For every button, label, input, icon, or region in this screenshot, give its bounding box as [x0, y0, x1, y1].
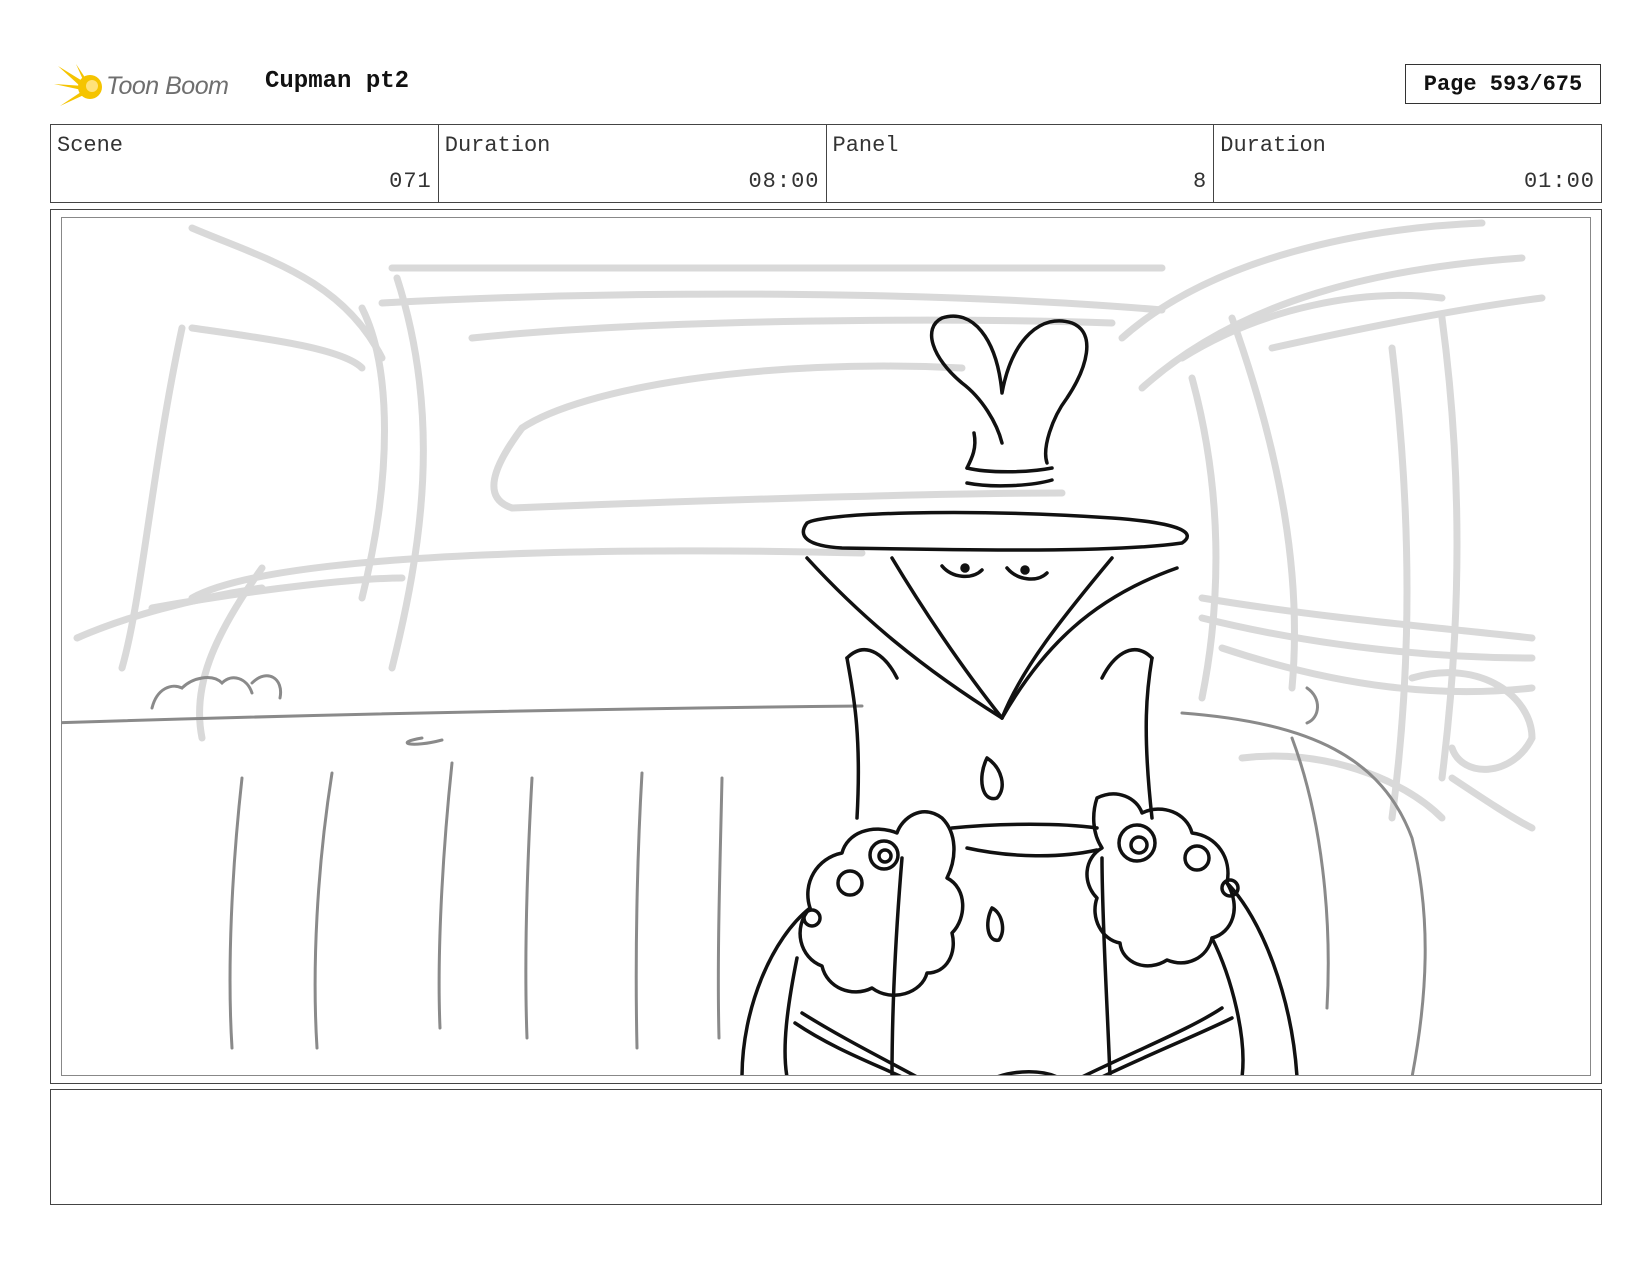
page-indicator: Page 593/675 — [1405, 64, 1601, 104]
scene-cell: Scene 071 — [51, 125, 439, 202]
project-title: Cupman pt2 — [265, 68, 410, 95]
scene-duration-cell: Duration 08:00 — [439, 125, 827, 202]
panel-sketch — [62, 219, 1546, 1075]
sparkle-logo-icon — [54, 64, 102, 106]
scene-duration-label: Duration — [444, 133, 551, 158]
panel-duration-cell: Duration 01:00 — [1214, 125, 1601, 202]
panel-cell: Panel 8 — [827, 125, 1215, 202]
panel-label: Panel — [832, 133, 899, 158]
background-sketch — [73, 219, 1546, 832]
panel-notes-box — [50, 1089, 1602, 1205]
scene-label: Scene — [57, 133, 124, 158]
scene-duration-value: 08:00 — [748, 169, 820, 194]
logo-text: Toon Boom — [106, 71, 229, 100]
character-sketch — [740, 314, 1299, 1075]
scene-info-row: Scene 071 Duration 08:00 Panel 8 Duratio… — [50, 124, 1602, 203]
panel-duration-value: 01:00 — [1523, 169, 1595, 194]
seat-sketch — [62, 674, 1427, 1075]
storyboard-panel-drawing — [61, 217, 1591, 1076]
panel-duration-label: Duration — [1220, 133, 1326, 158]
panel-value: 8 — [1193, 169, 1208, 194]
scene-value: 071 — [389, 169, 432, 194]
toon-boom-logo: Toon Boom — [54, 58, 254, 114]
